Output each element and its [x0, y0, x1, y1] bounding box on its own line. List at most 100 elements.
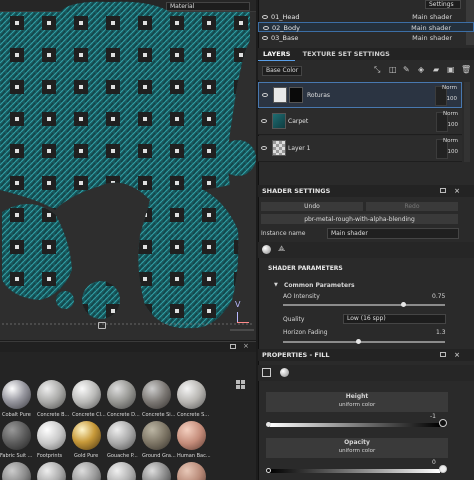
axis-gizmo-h [237, 322, 249, 323]
material-ball-fabric-suit[interactable] [2, 421, 31, 450]
undo-button[interactable]: Undo [260, 201, 364, 212]
tab-texture-set-settings[interactable]: TEXTURE SET SETTINGS [298, 48, 395, 60]
redo-button[interactable]: Redo [365, 201, 459, 212]
opacity-color-swatch[interactable] [439, 465, 447, 473]
grid-view-icon[interactable] [236, 380, 245, 389]
eye-icon[interactable] [261, 119, 267, 123]
material-ball-row3-6[interactable] [177, 462, 206, 480]
material-ball-cobalt[interactable] [2, 380, 31, 409]
delete-layer-icon[interactable]: 🗑 [461, 65, 471, 74]
texture-set-shader: Main shader [412, 34, 452, 42]
material-ball-row3-3[interactable] [72, 462, 101, 480]
texture-set-shader: Main shader [412, 13, 452, 21]
ao-intensity-knob[interactable] [401, 302, 406, 307]
paint-brush-icon[interactable]: ✎ [403, 65, 410, 74]
float-icon[interactable] [440, 352, 446, 357]
layer-name: Roturas [307, 92, 330, 99]
add-layer-icon[interactable]: ▣ [447, 65, 455, 74]
horizon-fading-value[interactable]: 1.3 [436, 329, 446, 336]
layer-opacity[interactable]: 100 [447, 96, 458, 102]
horizon-fading-knob[interactable] [356, 339, 361, 344]
opacity-gradient-slider[interactable] [270, 469, 440, 473]
tab-layers[interactable]: LAYERS [258, 48, 296, 61]
layer-blend-mode[interactable]: Norm [443, 138, 458, 144]
height-card: Height uniform color [266, 392, 448, 412]
texture-set-row[interactable]: 03_Base Main shader [258, 33, 474, 43]
layer-blend-mode[interactable]: Norm [442, 85, 457, 91]
height-color-swatch[interactable] [439, 419, 447, 427]
shader-channel-icon[interactable]: ⟁ [278, 244, 285, 254]
material-ball-concrete-si[interactable] [142, 380, 171, 409]
horizon-fading-slider[interactable] [283, 341, 445, 343]
add-effect-icon[interactable]: ⤡ [374, 65, 380, 75]
layer-row-roturas[interactable]: Roturas Norm 100 [258, 82, 462, 108]
material-ball-ground-gra[interactable] [142, 421, 171, 450]
uv-viewport[interactable]: Material V [0, 0, 256, 340]
material-ball-row3-1[interactable] [2, 462, 31, 480]
material-ball-footprints[interactable] [37, 421, 66, 450]
material-ball-concrete-d[interactable] [107, 380, 136, 409]
layers-scrollbar[interactable] [464, 82, 470, 162]
shelf-panel: × Cobalt Pure Concrete B... Concrete Cl.… [0, 341, 256, 480]
layer-thumbnail [272, 113, 286, 129]
material-ball-human-back[interactable] [177, 421, 206, 450]
shelf-close-icon[interactable]: × [243, 342, 249, 350]
material-name: Gold Pure [74, 453, 99, 459]
shader-select-button[interactable]: pbr-metal-rough-with-alpha-blending [260, 213, 459, 225]
layer-row-layer-1[interactable]: Layer 1 Norm 100 [258, 136, 462, 162]
layer-row-carpet[interactable]: Carpet Norm 100 [258, 109, 462, 135]
shelf-float-icon[interactable] [230, 344, 236, 349]
undo-label: Undo [304, 203, 320, 210]
layer-opacity[interactable]: 100 [448, 122, 459, 128]
texture-set-name: 02_Body [272, 24, 300, 32]
texture-set-name: 01_Head [271, 13, 300, 21]
eye-icon[interactable] [262, 15, 268, 19]
material-ball-gouache[interactable] [107, 421, 136, 450]
instance-name-label: Instance name [261, 230, 306, 237]
material-sphere-icon[interactable] [280, 368, 289, 377]
material-ball-row3-4[interactable] [107, 462, 136, 480]
bottom-handle-icon[interactable] [98, 322, 106, 329]
material-ball-row3-5[interactable] [142, 462, 171, 480]
opacity-value[interactable]: 0 [432, 459, 436, 466]
layer-opacity[interactable]: 100 [448, 149, 459, 155]
shader-sphere-icon[interactable] [262, 245, 271, 254]
settings-dropdown[interactable]: Settings [425, 0, 461, 9]
instance-name-field[interactable]: Main shader [327, 228, 459, 239]
material-ball-concrete-b[interactable] [37, 380, 66, 409]
close-icon[interactable]: × [454, 185, 460, 197]
opacity-label: Opacity [344, 439, 370, 446]
height-value[interactable]: -1 [430, 413, 436, 420]
material-ball-concrete-cl[interactable] [72, 380, 101, 409]
axis-gizmo-v: V [235, 300, 241, 309]
height-gradient-slider[interactable] [270, 423, 440, 427]
material-name: Footprints [37, 453, 63, 459]
texture-set-row[interactable]: 01_Head Main shader [258, 12, 474, 22]
ao-intensity-slider[interactable] [283, 304, 445, 306]
close-icon[interactable]: × [454, 349, 460, 361]
quality-dropdown[interactable]: Low (16 spp) [343, 314, 446, 324]
eye-icon[interactable] [261, 146, 267, 150]
eye-icon[interactable] [263, 26, 269, 30]
opacity-knob[interactable] [266, 468, 271, 473]
fill-bucket-icon[interactable]: ◈ [418, 65, 424, 74]
fill-grid-icon[interactable] [262, 368, 271, 377]
material-name: Human Bac... [177, 453, 211, 459]
eye-icon[interactable] [262, 36, 268, 40]
mask-thumbnail[interactable] [289, 87, 303, 103]
layer-blend-mode[interactable]: Norm [443, 111, 458, 117]
shader-settings-header: SHADER SETTINGS × [258, 185, 474, 197]
add-mask-icon[interactable]: ◫ [389, 65, 397, 74]
material-ball-concrete-s[interactable] [177, 380, 206, 409]
material-ball-gold[interactable] [72, 421, 101, 450]
add-folder-icon[interactable]: ▰ [433, 65, 439, 74]
eye-icon[interactable] [262, 93, 268, 97]
ao-intensity-value[interactable]: 0.75 [432, 293, 445, 300]
texture-set-row-selected[interactable]: 02_Body Main shader [258, 22, 474, 32]
chevron-down-icon[interactable]: ▼ [274, 282, 278, 288]
channel-dropdown[interactable]: Base Color [262, 66, 302, 76]
height-knob[interactable] [266, 422, 271, 427]
layer-name: Layer 1 [288, 145, 311, 152]
float-icon[interactable] [440, 188, 446, 193]
material-ball-row3-2[interactable] [37, 462, 66, 480]
